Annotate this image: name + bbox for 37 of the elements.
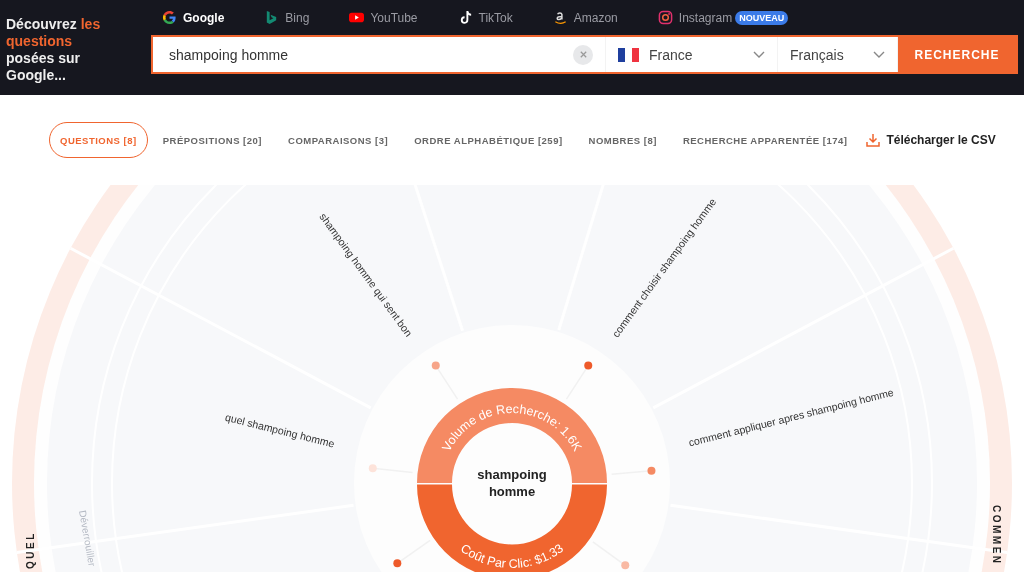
category-tab[interactable]: PRÉPOSITIONS [20] — [151, 122, 273, 158]
node-dot[interactable] — [431, 361, 440, 370]
hint-label: Déverrouiller — [77, 509, 98, 568]
category-tab[interactable]: COMPARAISONS [3] — [277, 122, 400, 158]
engine-tab[interactable]: YouTube — [349, 10, 418, 25]
category-tab[interactable]: NOMBRES [8] — [577, 122, 668, 158]
new-badge: NOUVEAU — [735, 10, 789, 25]
google-icon — [162, 10, 177, 25]
node-dot[interactable] — [393, 559, 402, 568]
youtube-icon — [349, 10, 365, 25]
category-tab[interactable]: RECHERCHE APPARENTÉE [174] — [671, 122, 859, 158]
engine-tab[interactable]: Bing — [264, 10, 310, 25]
node-dot[interactable] — [647, 466, 656, 475]
category-tab[interactable]: ORDRE ALPHABÉTIQUE [259] — [403, 122, 574, 158]
chevron-down-icon — [873, 50, 885, 59]
keyword-label: shampoing homme — [477, 467, 547, 499]
tagline: Découvrez les questions posées sur Google... — [5, 15, 102, 85]
node-dot[interactable] — [368, 464, 377, 473]
close-icon — [578, 50, 588, 59]
engine-tab[interactable]: TikTok — [457, 10, 513, 25]
node-dot[interactable] — [621, 561, 630, 570]
group-label: QUEL — [25, 531, 36, 569]
country-dropdown[interactable]: France — [606, 37, 778, 72]
engine-tab[interactable]: Google — [162, 10, 225, 25]
download-icon — [866, 133, 881, 147]
flag-icon — [618, 47, 639, 62]
engine-tab[interactable]: Amazon — [552, 10, 618, 25]
engine-tab[interactable]: Instagram — [657, 10, 733, 25]
cost-label: Coût Par Clic: $1.33 — [458, 541, 566, 572]
group-label: COMMEN — [991, 505, 1002, 566]
search-field[interactable]: shampoing homme — [153, 45, 573, 64]
download-link[interactable]: Télécharger le CSV — [866, 133, 996, 147]
camera-icon — [657, 10, 673, 25]
node-dot[interactable] — [584, 361, 593, 370]
clear-button[interactable] — [573, 44, 593, 65]
amazon-icon — [552, 10, 568, 25]
chevron-down-icon — [753, 50, 765, 59]
